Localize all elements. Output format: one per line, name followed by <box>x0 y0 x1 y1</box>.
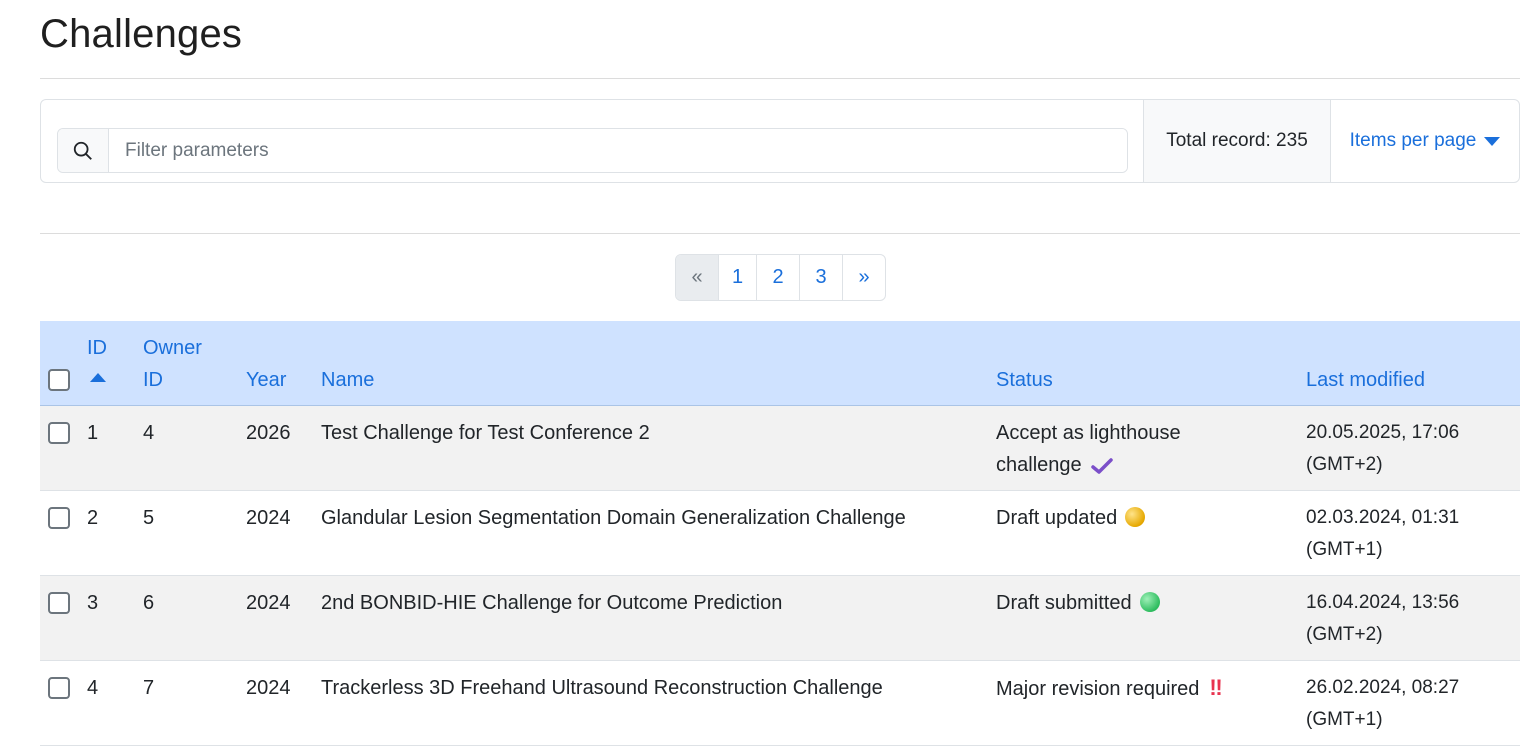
page-title: Challenges <box>40 12 243 56</box>
cell-last-modified: 26.02.2024, 08:27 (GMT+1) <box>1306 672 1459 736</box>
modified-timezone: (GMT+2) <box>1306 624 1383 645</box>
header-name[interactable]: Name <box>321 364 374 396</box>
cell-id: 1 <box>87 422 99 444</box>
cell-id: 4 <box>87 677 99 699</box>
header-last-modified[interactable]: Last modified <box>1306 364 1425 396</box>
table-row: 1 4 2026 Test Challenge for Test Confere… <box>40 406 1520 491</box>
modified-date: 26.02.2024, 08:27 <box>1306 677 1460 698</box>
total-record: Total record: 235 <box>1143 100 1331 182</box>
filter-bar: Total record: 235 Items per page <box>40 99 1520 183</box>
modified-timezone: (GMT+2) <box>1306 454 1383 475</box>
select-all-checkbox[interactable] <box>48 369 70 391</box>
header-status[interactable]: Status <box>996 364 1053 396</box>
challenges-table: ID Owner ID Year Name Status Last modifi… <box>40 321 1520 746</box>
status-text-line1: Accept as lighthouse <box>996 422 1181 444</box>
section-divider <box>40 233 1520 234</box>
cell-year: 2024 <box>246 507 291 529</box>
cell-last-modified: 16.04.2024, 13:56 (GMT+2) <box>1306 587 1459 651</box>
title-divider <box>40 78 1520 79</box>
pagination-next[interactable]: » <box>843 255 885 300</box>
header-owner-id[interactable]: Owner ID <box>143 332 202 396</box>
double-exclamation-icon: ‼ <box>1209 675 1222 700</box>
cell-name[interactable]: Test Challenge for Test Conference 2 <box>321 417 650 449</box>
table-row: 2 5 2024 Glandular Lesion Segmentation D… <box>40 491 1520 576</box>
modified-date: 16.04.2024, 13:56 <box>1306 592 1460 613</box>
cell-last-modified: 02.03.2024, 01:31 (GMT+1) <box>1306 502 1459 566</box>
cell-status: Major revision required ‼ <box>996 672 1223 705</box>
cell-name[interactable]: 2nd BONBID-HIE Challenge for Outcome Pre… <box>321 587 782 619</box>
cell-status: Draft updated <box>996 502 1146 534</box>
header-year[interactable]: Year <box>246 364 286 396</box>
sort-ascending-icon <box>90 373 106 382</box>
search-group <box>57 128 1128 173</box>
cell-year: 2024 <box>246 677 291 699</box>
header-id[interactable]: ID <box>87 332 107 382</box>
cell-owner-id: 4 <box>143 422 155 444</box>
yellow-dot-icon <box>1125 507 1146 527</box>
cell-year: 2024 <box>246 592 291 614</box>
row-checkbox[interactable] <box>48 677 70 699</box>
cell-last-modified: 20.05.2025, 17:06 (GMT+2) <box>1306 417 1459 481</box>
pagination-page-2[interactable]: 2 <box>757 255 800 300</box>
pagination-page-1[interactable]: 1 <box>719 255 757 300</box>
row-checkbox[interactable] <box>48 592 70 614</box>
table-header: ID Owner ID Year Name Status Last modifi… <box>40 321 1520 406</box>
pagination-page-3[interactable]: 3 <box>800 255 843 300</box>
cell-owner-id: 5 <box>143 507 155 529</box>
caret-down-icon <box>1484 136 1501 146</box>
table-row: 4 7 2024 Trackerless 3D Freehand Ultraso… <box>40 661 1520 746</box>
pagination: « 1 2 3 » <box>675 254 886 301</box>
header-id-label: ID <box>87 337 107 359</box>
cell-owner-id: 7 <box>143 677 155 699</box>
search-icon <box>73 141 92 160</box>
modified-timezone: (GMT+1) <box>1306 539 1383 560</box>
green-dot-icon <box>1139 592 1160 612</box>
status-text-line2: challenge <box>996 454 1082 476</box>
modified-timezone: (GMT+1) <box>1306 709 1383 730</box>
header-owner-id-line2: ID <box>143 369 163 391</box>
cell-id: 3 <box>87 592 99 614</box>
cell-owner-id: 6 <box>143 592 155 614</box>
purple-check-icon <box>1090 457 1113 474</box>
items-per-page-label: Items per page <box>1349 130 1477 151</box>
row-checkbox[interactable] <box>48 422 70 444</box>
table-row: 3 6 2024 2nd BONBID-HIE Challenge for Ou… <box>40 576 1520 661</box>
pagination-prev[interactable]: « <box>676 255 719 300</box>
status-text: Draft submitted <box>996 592 1132 614</box>
cell-id: 2 <box>87 507 99 529</box>
row-checkbox[interactable] <box>48 507 70 529</box>
items-per-page-dropdown[interactable]: Items per page <box>1331 100 1519 182</box>
status-text: Major revision required <box>996 678 1200 700</box>
header-owner-id-line1: Owner <box>143 337 202 359</box>
cell-status: Accept as lighthouse challenge <box>996 417 1181 481</box>
cell-status: Draft submitted <box>996 587 1160 619</box>
modified-date: 20.05.2025, 17:06 <box>1306 422 1460 443</box>
status-text: Draft updated <box>996 507 1118 529</box>
filter-search-area <box>41 100 1143 182</box>
search-button[interactable] <box>58 129 109 172</box>
cell-name[interactable]: Trackerless 3D Freehand Ultrasound Recon… <box>321 672 883 704</box>
search-input[interactable] <box>109 129 1127 172</box>
modified-date: 02.03.2024, 01:31 <box>1306 507 1460 528</box>
cell-year: 2026 <box>246 422 291 444</box>
cell-name[interactable]: Glandular Lesion Segmentation Domain Gen… <box>321 502 906 534</box>
